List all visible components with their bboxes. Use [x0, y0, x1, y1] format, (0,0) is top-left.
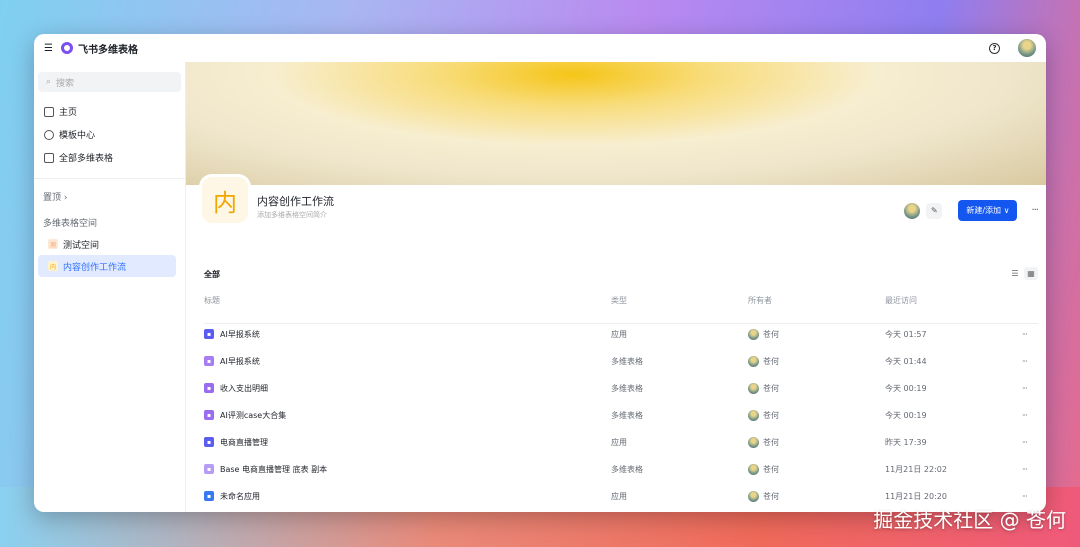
nav-all-bases[interactable]: 全部多维表格 — [34, 146, 185, 169]
owner-name: 苍何 — [763, 383, 779, 393]
item-type-icon: ▪ — [204, 356, 214, 366]
pinned-toggle[interactable]: 置顶 › — [34, 185, 185, 207]
watermark: 掘金技术社区 @ 苍何 — [873, 508, 1066, 532]
home-icon — [44, 106, 54, 117]
item-type-icon: ▪ — [204, 437, 214, 447]
filter-all[interactable]: 全部 — [204, 269, 220, 280]
item-type: 应用 — [611, 437, 627, 447]
base-icon — [44, 152, 54, 163]
owner-avatar — [748, 355, 759, 367]
item-type-icon: ▪ — [204, 410, 214, 420]
space-badge: 测 — [48, 239, 58, 249]
nav-home[interactable]: 主页 — [34, 100, 185, 123]
item-type-icon: ▪ — [204, 464, 214, 474]
last-visited: 昨天 17:39 — [885, 437, 927, 447]
last-visited: 今天 00:19 — [885, 410, 927, 420]
app-title: 飞书多维表格 — [77, 44, 138, 56]
owner-name: 苍何 — [763, 437, 779, 447]
title-bar: ☰ 飞书多维表格 ? — [34, 34, 1046, 62]
owner-name: 苍何 — [763, 356, 779, 366]
item-type: 应用 — [611, 491, 627, 501]
search-icon: ⌕ — [46, 77, 52, 87]
app-logo-icon — [60, 42, 73, 54]
item-type: 多维表格 — [611, 356, 643, 366]
row-more-icon[interactable]: ··· — [1022, 384, 1038, 393]
item-type-icon: ▪ — [204, 491, 214, 501]
item-title: 电商直播管理 — [220, 437, 268, 447]
item-type: 多维表格 — [611, 410, 643, 420]
row-more-icon[interactable]: ··· — [1022, 330, 1038, 339]
last-visited: 11月21日 22:02 — [885, 464, 947, 474]
row-more-icon[interactable]: ··· — [1022, 465, 1038, 474]
item-title: AI早报系统 — [220, 329, 260, 339]
table-row[interactable]: ▪ 未命名应用 应用 苍何 11月21日 20:20 ··· — [204, 486, 1038, 506]
row-more-icon[interactable]: ··· — [1022, 411, 1038, 420]
owner-name: 苍何 — [763, 464, 779, 474]
divider — [34, 178, 185, 179]
item-title: AI早报系统 — [220, 356, 260, 366]
owner-name: 苍何 — [763, 329, 779, 339]
space-item-test[interactable]: 测测试空间 — [38, 233, 176, 255]
item-title: 收入支出明细 — [220, 383, 268, 393]
last-visited: 今天 00:19 — [885, 383, 927, 393]
table-row[interactable]: ▪ AI早报系统 多维表格 苍何 今天 01:44 ··· — [204, 351, 1038, 371]
row-more-icon[interactable]: ··· — [1022, 357, 1038, 366]
item-type-icon: ▪ — [204, 329, 214, 339]
owner-avatar — [748, 436, 759, 448]
member-avatar[interactable] — [904, 202, 921, 219]
new-add-button[interactable]: 新建/添加 ∨ — [958, 200, 1018, 221]
main-content: 内 内容创作工作流 添加多维表格空间简介 ✎ 新建/添加 ∨ ··· 全部 ☰ ▦… — [186, 62, 1046, 512]
item-type: 应用 — [611, 329, 627, 339]
space-icon: 内 — [202, 177, 248, 223]
nav-templates[interactable]: 模板中心 — [34, 123, 185, 146]
table-row[interactable]: ▪ Base 电商直播管理 底表 副本 多维表格 苍何 11月21日 22:02 … — [204, 459, 1038, 479]
item-title: AI评测case大合集 — [220, 410, 287, 420]
user-avatar[interactable] — [1018, 39, 1036, 57]
owner-avatar — [748, 382, 759, 394]
collapse-sidebar-icon[interactable]: ☰ — [44, 43, 53, 54]
more-icon[interactable]: ··· — [1031, 205, 1038, 216]
row-more-icon[interactable]: ··· — [1022, 492, 1038, 501]
table-row[interactable]: ▪ 收入支出明细 多维表格 苍何 今天 00:19 ··· — [204, 378, 1038, 398]
last-visited: 今天 01:44 — [885, 356, 927, 366]
space-item-content[interactable]: 内内容创作工作流 — [38, 255, 176, 277]
cover-banner — [186, 62, 1046, 185]
owner-avatar — [748, 409, 759, 421]
app-window: ☰ 飞书多维表格 ? ⌕ 搜索 主页 模板中心 全部多维表格 置顶 › 多维表格空… — [34, 34, 1046, 512]
table-row[interactable]: ▪ 电商直播管理 应用 苍何 昨天 17:39 ··· — [204, 432, 1038, 452]
table-row[interactable]: ▪ AI早报系统 应用 苍何 今天 01:57 ··· — [204, 324, 1038, 344]
owner-name: 苍何 — [763, 491, 779, 501]
owner-name: 苍何 — [763, 410, 779, 420]
row-more-icon[interactable]: ··· — [1022, 438, 1038, 447]
item-type: 多维表格 — [611, 383, 643, 393]
edit-icon[interactable]: ✎ — [926, 202, 943, 219]
search-input[interactable]: ⌕ 搜索 — [38, 72, 181, 92]
space-title: 内容创作工作流 — [257, 195, 334, 208]
sidebar: ⌕ 搜索 主页 模板中心 全部多维表格 置顶 › 多维表格空间 测测试空间 内内容… — [34, 62, 186, 512]
grid-view-icon[interactable]: ▦ — [1024, 267, 1038, 280]
item-type: 多维表格 — [611, 464, 643, 474]
item-type-icon: ▪ — [204, 383, 214, 393]
space-badge: 内 — [48, 261, 58, 271]
last-visited: 11月21日 20:20 — [885, 491, 947, 501]
owner-avatar — [748, 328, 759, 340]
template-icon — [44, 129, 54, 140]
help-icon[interactable]: ? — [989, 42, 1000, 54]
owner-avatar — [748, 463, 759, 475]
owner-avatar — [748, 490, 759, 502]
item-title: 未命名应用 — [220, 491, 260, 501]
list-view-icon[interactable]: ☰ — [1008, 267, 1022, 280]
table-header: 标题 类型 所有者 最近访问 — [204, 294, 1038, 324]
item-title: Base 电商直播管理 底表 副本 — [220, 464, 328, 474]
table-row[interactable]: ▪ AI评测case大合集 多维表格 苍何 今天 00:19 ··· — [204, 405, 1038, 425]
space-description[interactable]: 添加多维表格空间简介 — [257, 210, 327, 220]
last-visited: 今天 01:57 — [885, 329, 927, 339]
section-label: 多维表格空间 — [43, 218, 98, 229]
